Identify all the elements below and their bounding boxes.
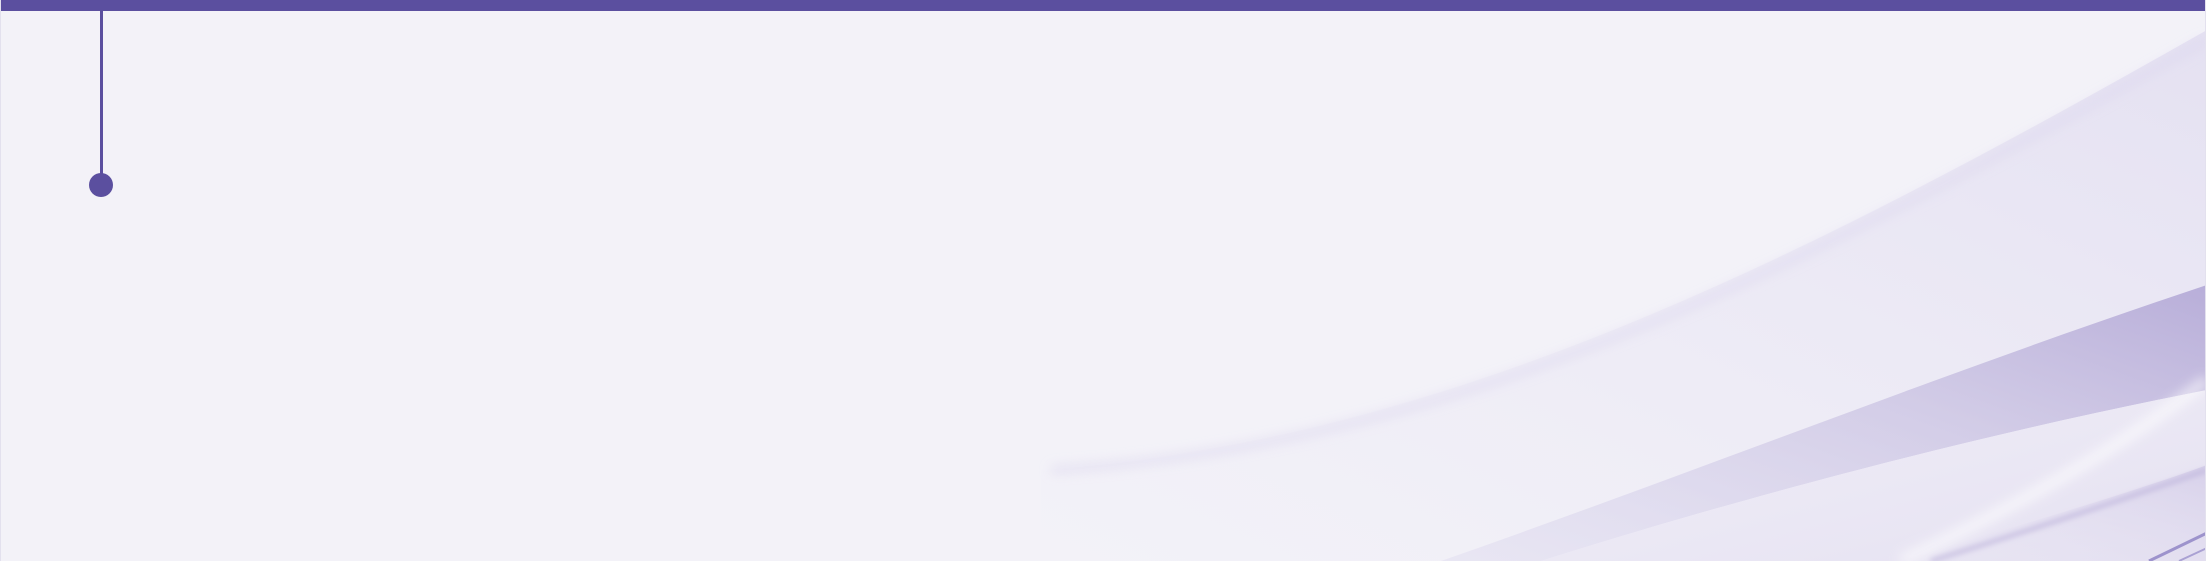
slide-canvas	[0, 0, 2206, 561]
decorative-waves	[1041, 31, 2205, 561]
